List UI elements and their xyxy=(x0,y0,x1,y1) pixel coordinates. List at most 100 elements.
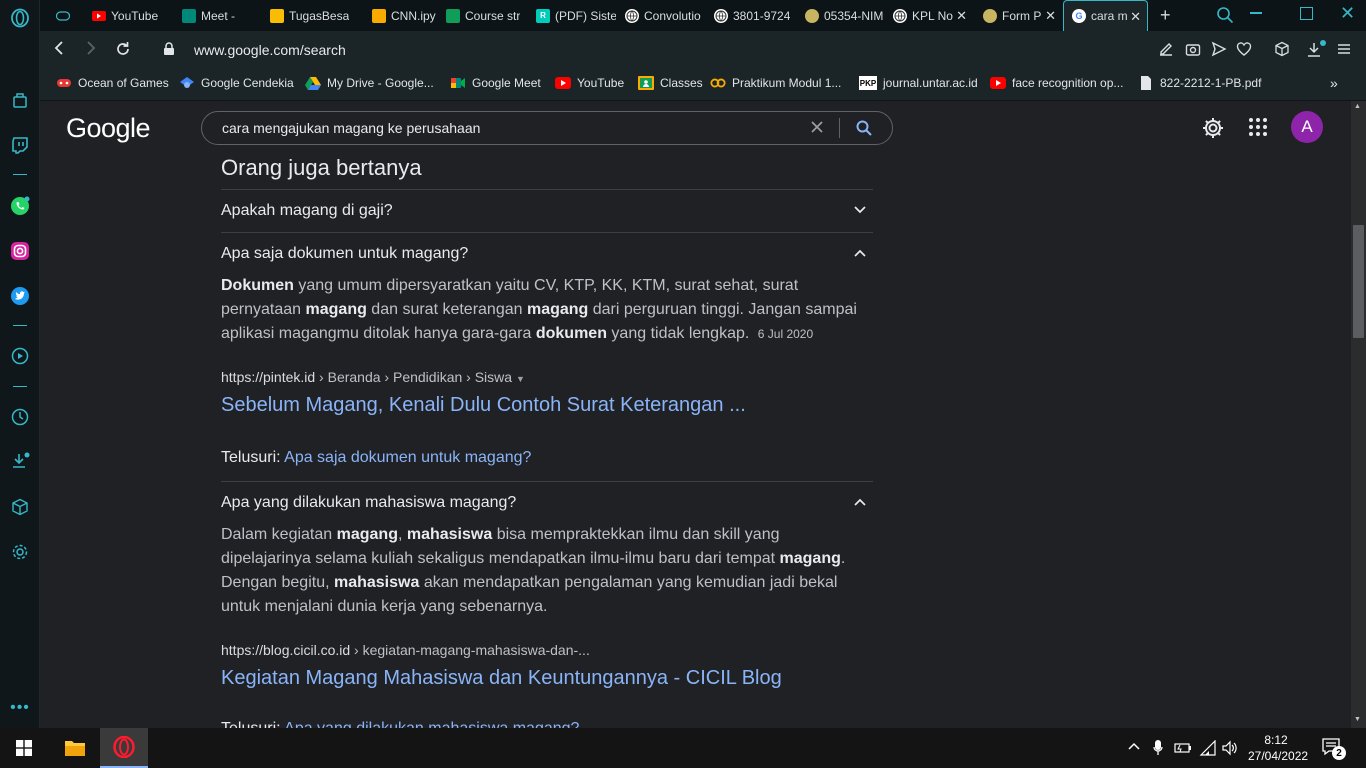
reload-button[interactable] xyxy=(114,40,132,63)
result-title-1[interactable]: Sebelum Magang, Kenali Dulu Contoh Surat… xyxy=(221,394,746,417)
paa-question-3-text[interactable]: Apa yang dilakukan mahasiswa magang? xyxy=(221,494,516,512)
tab-1[interactable]: YouTube xyxy=(84,0,172,31)
scroll-thumb[interactable] xyxy=(1353,225,1364,338)
tray-chevron-icon[interactable] xyxy=(1128,740,1140,754)
windows-start-icon[interactable] xyxy=(16,740,32,761)
battery-icon[interactable] xyxy=(1174,741,1192,759)
clock[interactable]: 8:12 27/04/2022 xyxy=(1248,732,1308,764)
tab-0[interactable] xyxy=(48,0,76,31)
chevron-up-icon[interactable] xyxy=(853,246,867,260)
bookmark-youtube[interactable]: YouTube xyxy=(555,76,624,90)
more-dots-icon[interactable]: ••• xyxy=(8,696,32,720)
opera-taskbar-button[interactable] xyxy=(100,728,148,768)
close-tab-icon[interactable]: ✕ xyxy=(1130,9,1141,25)
forward-button[interactable] xyxy=(84,39,98,62)
player-icon[interactable] xyxy=(8,344,32,368)
tab-5[interactable]: Course str xyxy=(438,0,526,31)
paa-question-2-text[interactable]: Apa saja dokumen untuk magang? xyxy=(221,245,468,263)
youtube-icon xyxy=(555,76,571,90)
history-icon[interactable] xyxy=(8,405,32,429)
tab-10[interactable]: KPL No ✕ xyxy=(885,0,973,31)
tab-4[interactable]: CNN.ipynb xyxy=(364,0,436,31)
file-explorer-icon[interactable] xyxy=(64,739,86,762)
opera-menu-icon[interactable] xyxy=(8,6,32,30)
tab-9[interactable]: 05354-NIM xyxy=(797,0,884,31)
close-tab-icon[interactable]: ✕ xyxy=(956,8,967,24)
easy-setup-icon[interactable] xyxy=(1336,41,1352,62)
telusuri-link-1[interactable]: Apa saja dokumen untuk magang? xyxy=(284,449,531,466)
search-box[interactable]: cara mengajukan magang ke perusahaan xyxy=(201,111,893,145)
avatar[interactable]: A xyxy=(1291,111,1323,143)
send-icon[interactable] xyxy=(1211,41,1227,62)
minimize-icon[interactable] xyxy=(1250,12,1262,14)
bookmark-classes[interactable]: Classes xyxy=(638,76,703,90)
google-logo[interactable]: Google xyxy=(66,113,151,144)
tab-11[interactable]: Form P ✕ xyxy=(975,0,1062,31)
settings-icon[interactable] xyxy=(1201,116,1225,145)
search-icon[interactable] xyxy=(855,119,873,142)
search-input[interactable]: cara mengajukan magang ke perusahaan xyxy=(222,120,480,136)
chevron-down-icon[interactable] xyxy=(853,203,867,217)
camera-icon[interactable] xyxy=(1185,41,1201,62)
workspace-icon[interactable] xyxy=(8,88,32,112)
paa-divider xyxy=(221,481,873,482)
back-button[interactable] xyxy=(52,39,66,62)
tab-7[interactable]: Convolutio xyxy=(617,0,705,31)
bookmark-pdf-file[interactable]: 822-2212-1-PB.pdf xyxy=(1138,76,1261,90)
download-status-icon[interactable] xyxy=(1306,39,1326,64)
tab-6[interactable]: R (PDF) Siste xyxy=(528,0,616,31)
bookmark-ocean-of-games[interactable]: Ocean of Games xyxy=(56,76,169,90)
extensions-icon[interactable] xyxy=(1274,41,1290,62)
result-url-1[interactable]: https://pintek.id › Beranda › Pendidikan… xyxy=(221,369,525,385)
paa-question-1-text: Apakah magang di gaji? xyxy=(221,202,393,219)
bookmark-praktikum-modul[interactable]: Praktikum Modul 1... xyxy=(710,76,841,90)
result-url-2[interactable]: https://blog.cicil.co.id › kegiatan-maga… xyxy=(221,642,590,658)
classroom-icon xyxy=(446,8,460,23)
scroll-up-arrow-icon[interactable]: ▲ xyxy=(1354,103,1361,110)
notification-center-icon[interactable]: 2 xyxy=(1322,738,1346,763)
bookmark-my-drive[interactable]: My Drive - Google... xyxy=(305,76,434,90)
new-tab-button[interactable]: + xyxy=(1160,5,1171,26)
restore-icon[interactable] xyxy=(1300,7,1313,20)
telusuri-link-2[interactable]: Apa yang dilakukan mahasiswa magang? xyxy=(284,720,579,728)
chevron-up-icon[interactable] xyxy=(853,495,867,509)
edit-icon[interactable] xyxy=(1158,41,1174,62)
downloads-icon[interactable] xyxy=(8,449,32,473)
tab-2[interactable]: Meet - xyxy=(174,0,260,31)
bookmark-google-cendekia[interactable]: Google Cendekia xyxy=(179,76,294,90)
colab-icon xyxy=(372,8,386,23)
clear-search-icon[interactable] xyxy=(808,118,826,141)
page-scrollbar[interactable]: ▲ ▼ xyxy=(1351,101,1366,728)
paa-answer-2: Dokumen yang umum dipersyaratkan yaitu C… xyxy=(221,274,871,346)
dropdown-arrow-icon[interactable]: ▼ xyxy=(516,374,525,384)
result-title-2[interactable]: Kegiatan Magang Mahasiswa dan Keuntungan… xyxy=(221,667,782,690)
bookmark-face-recognition[interactable]: face recognition op... xyxy=(990,76,1123,90)
tab-search-icon[interactable] xyxy=(1216,6,1234,29)
highlighted-term: magang xyxy=(336,526,398,543)
tab-active[interactable]: Gcara m ✕ xyxy=(1063,0,1148,31)
volume-icon[interactable] xyxy=(1222,740,1238,761)
instagram-icon[interactable] xyxy=(8,239,32,263)
close-tab-icon[interactable]: ✕ xyxy=(1045,8,1056,24)
twitter-icon[interactable] xyxy=(8,284,32,308)
answer-text: yang tidak lengkap. xyxy=(606,325,750,342)
bookmark-journal-untar[interactable]: PKP journal.untar.ac.id xyxy=(859,76,978,90)
whatsapp-icon[interactable] xyxy=(8,194,32,218)
wifi-icon[interactable] xyxy=(1199,739,1217,761)
close-window-icon[interactable]: ✕ xyxy=(1340,3,1355,24)
microphone-icon[interactable] xyxy=(1153,740,1163,761)
bookmarks-overflow-icon[interactable]: » xyxy=(1330,75,1338,91)
url-field[interactable]: www.google.com/search xyxy=(194,42,346,58)
extensions-cube-icon[interactable] xyxy=(8,495,32,519)
scroll-down-arrow-icon[interactable]: ▼ xyxy=(1354,716,1361,723)
bookmark-google-meet[interactable]: Google Meet xyxy=(450,76,541,90)
tab-8[interactable]: 3801-9724 xyxy=(706,0,794,31)
tab-label: 3801-9724 xyxy=(733,8,791,23)
heart-icon[interactable] xyxy=(1236,41,1252,62)
tab-3[interactable]: TugasBesa xyxy=(262,0,362,31)
settings-gear-icon[interactable] xyxy=(8,540,32,564)
apps-grid-icon[interactable] xyxy=(1248,117,1268,142)
classroom-icon xyxy=(638,76,654,90)
twitch-icon[interactable] xyxy=(8,133,32,157)
gamepad-icon xyxy=(56,76,72,90)
